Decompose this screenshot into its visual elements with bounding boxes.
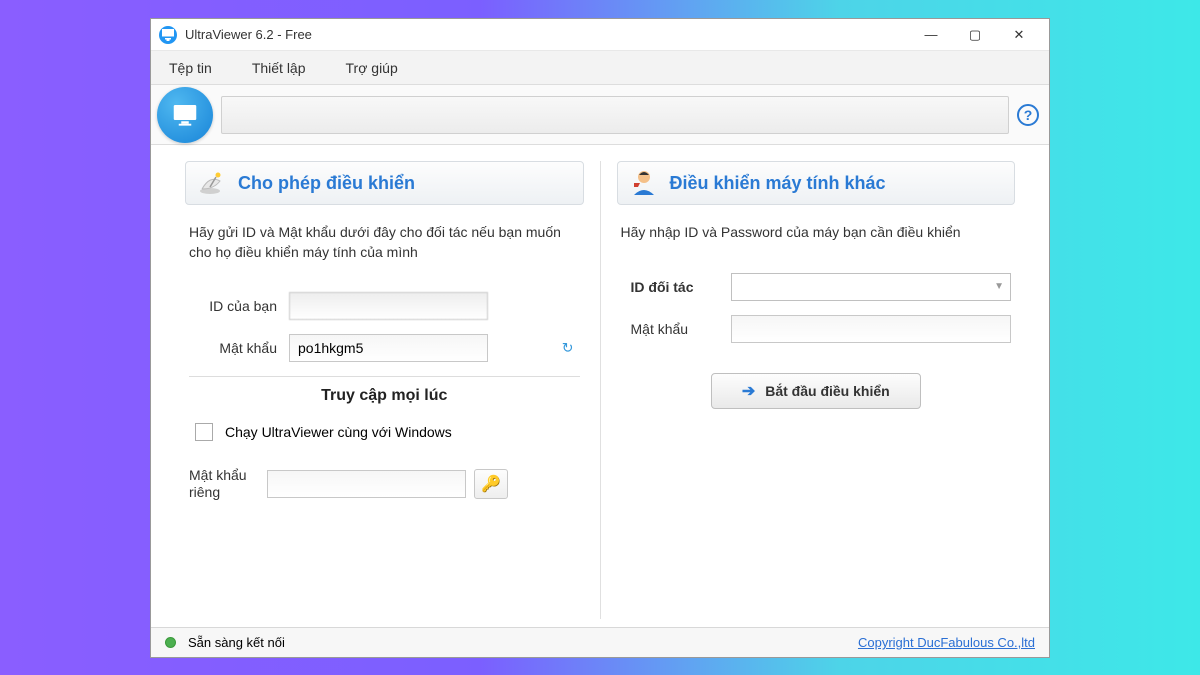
menu-help[interactable]: Trợ giúp <box>340 56 404 80</box>
startup-checkbox-label: Chạy UltraViewer cùng với Windows <box>225 424 452 440</box>
refresh-password-icon[interactable]: ↻ <box>562 340 574 357</box>
menu-settings[interactable]: Thiết lập <box>246 56 312 80</box>
control-other-desc: Hãy nhập ID và Password của máy bạn cần … <box>617 223 1016 243</box>
toolbar: ? <box>151 85 1049 145</box>
partner-password-label: Mật khẩu <box>621 321 731 337</box>
partner-id-combo[interactable]: ▼ <box>731 273 1012 301</box>
toolbar-banner <box>221 96 1009 134</box>
your-password-label: Mật khẩu <box>189 340 289 356</box>
minimize-button[interactable]: — <box>909 21 953 49</box>
control-other-header: Điều khiển máy tính khác <box>617 161 1016 205</box>
window-title: UltraViewer 6.2 - Free <box>185 27 312 42</box>
control-other-title: Điều khiển máy tính khác <box>670 173 886 194</box>
menubar: Tệp tin Thiết lập Trợ giúp <box>151 51 1049 85</box>
start-control-button[interactable]: ➔ Bắt đầu điều khiển <box>711 373 921 409</box>
titlebar: UltraViewer 6.2 - Free — ▢ ✕ <box>151 19 1049 51</box>
allow-control-title: Cho phép điều khiển <box>238 173 415 194</box>
your-id-label: ID của bạn <box>189 298 289 314</box>
arrow-right-icon: ➔ <box>742 381 755 401</box>
your-password-field[interactable] <box>289 334 488 362</box>
private-password-field[interactable] <box>267 470 466 498</box>
anytime-access-header: Truy cập mọi lúc <box>185 387 584 405</box>
private-password-label: Mật khẩu riêng <box>189 467 259 501</box>
partner-password-field[interactable] <box>731 315 1012 343</box>
start-control-label: Bắt đầu điều khiển <box>765 383 889 399</box>
status-indicator-icon <box>165 637 176 648</box>
partner-id-label: ID đối tác <box>621 279 731 295</box>
statusbar: Sẵn sàng kết nối Copyright DucFabulous C… <box>151 627 1049 657</box>
main-content: Cho phép điều khiển Hãy gửi ID và Mật kh… <box>151 145 1049 627</box>
divider <box>189 376 580 377</box>
allow-control-desc: Hãy gửi ID và Mật khẩu dưới đây cho đối … <box>185 223 584 262</box>
person-icon <box>628 167 660 199</box>
maximize-button[interactable]: ▢ <box>953 21 997 49</box>
copyright-link[interactable]: Copyright DucFabulous Co.,ltd <box>858 635 1035 650</box>
menu-file[interactable]: Tệp tin <box>163 56 218 80</box>
chevron-down-icon: ▼ <box>994 281 1004 292</box>
set-password-button[interactable]: 🔑 <box>474 469 508 499</box>
allow-control-panel: Cho phép điều khiển Hãy gửi ID và Mật kh… <box>169 161 601 619</box>
app-icon <box>159 26 177 44</box>
your-id-field[interactable] <box>289 292 488 320</box>
status-text: Sẵn sàng kết nối <box>188 635 285 650</box>
allow-control-header: Cho phép điều khiển <box>185 161 584 205</box>
app-logo-icon <box>157 87 213 143</box>
app-window: UltraViewer 6.2 - Free — ▢ ✕ Tệp tin Thi… <box>150 18 1050 658</box>
satellite-icon <box>196 167 228 199</box>
key-icon: 🔑 <box>481 474 501 494</box>
close-button[interactable]: ✕ <box>997 21 1041 49</box>
help-icon[interactable]: ? <box>1017 104 1039 126</box>
control-other-panel: Điều khiển máy tính khác Hãy nhập ID và … <box>601 161 1032 619</box>
startup-checkbox[interactable] <box>195 423 213 441</box>
